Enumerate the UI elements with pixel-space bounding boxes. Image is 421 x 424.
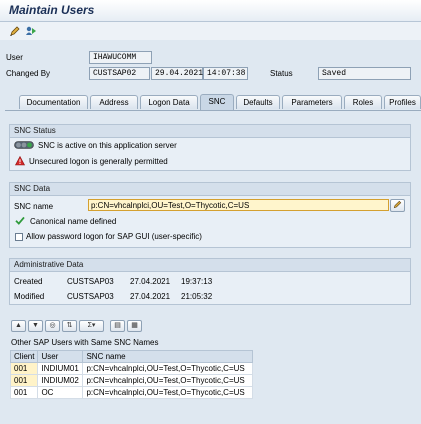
modified-time-value: 21:05:32 [181,292,213,301]
layout-button[interactable]: ▦ [127,320,142,332]
tab-snc[interactable]: SNC [200,94,234,110]
filter-icon: ▼ [32,322,39,329]
tab-roles[interactable]: Roles [344,95,382,109]
pencil-icon [393,200,402,211]
table-row[interactable]: 001 INDIUM02 p:CN=vhcalnplci,OU=Test,O=T… [9,374,254,387]
cell-snc-name[interactable]: p:CN=vhcalnplci,OU=Test,O=Thycotic,C=US [82,386,254,399]
checkmark-icon [15,216,25,227]
admin-data-title: Administrative Data [10,259,410,272]
created-label: Created [14,277,43,286]
column-header-snc-name[interactable]: SNC name [82,350,254,363]
traffic-light-green-icon [14,141,34,151]
canonical-name-text: Canonical name defined [30,217,117,226]
status-label: Status [270,69,293,78]
snc-active-text: SNC is active on this application server [38,141,177,150]
sum-dropdown-button[interactable]: Σ▾ [79,320,104,332]
error-icon [15,155,25,168]
other-users-title: Other SAP Users with Same SNC Names [11,338,159,347]
allow-password-label: Allow password logon for SAP GUI (user-s… [26,232,202,241]
tab-defaults[interactable]: Defaults [236,95,280,109]
allow-password-checkbox[interactable] [15,233,23,241]
filter-button[interactable]: ▼ [28,320,43,332]
other-users-table: Client User SNC name 001 INDIUM01 p:CN=v… [9,350,254,399]
cell-user[interactable]: INDIUM02 [37,374,84,387]
status-field[interactable]: Saved [318,67,411,80]
print-button[interactable]: ▤ [110,320,125,332]
sum-icon: Σ▾ [87,322,96,329]
user-field[interactable]: IHAWUCOMM [89,51,152,64]
snc-status-title: SNC Status [10,125,410,138]
details-icon: ▲ [15,322,22,329]
tab-documentation[interactable]: Documentation [19,95,88,109]
tab-address[interactable]: Address [90,95,138,109]
created-time-value: 19:37:13 [181,277,213,286]
column-header-user[interactable]: User [37,350,84,363]
tab-logon-data[interactable]: Logon Data [140,95,198,109]
snc-data-title: SNC Data [10,183,410,196]
print-icon: ▤ [114,322,121,329]
unsecured-logon-text: Unsecured logon is generally permitted [29,157,168,166]
column-header-client[interactable]: Client [9,350,39,363]
sort-button[interactable]: ⇅ [62,320,77,332]
binoculars-icon: ◎ [49,322,56,329]
cell-snc-name[interactable]: p:CN=vhcalnplci,OU=Test,O=Thycotic,C=US [82,374,254,387]
find-button[interactable]: ◎ [45,320,60,332]
modified-date-value: 27.04.2021 [130,292,171,301]
table-row[interactable]: 001 INDIUM01 p:CN=vhcalnplci,OU=Test,O=T… [9,362,254,375]
other-user-icon[interactable] [25,25,37,37]
created-date-value: 27.04.2021 [130,277,171,286]
changed-time-field[interactable]: 14:07:38 [203,67,248,80]
details-button[interactable]: ▲ [11,320,26,332]
change-display-icon[interactable] [9,25,21,37]
tab-parameters[interactable]: Parameters [282,95,342,109]
modified-by-value: CUSTSAP03 [67,292,114,301]
cell-client[interactable]: 001 [9,362,39,375]
snc-name-label: SNC name [14,202,54,211]
edit-snc-name-button[interactable] [390,199,405,212]
table-row[interactable]: 001 OC p:CN=vhcalnplci,OU=Test,O=Thycoti… [9,386,254,399]
cell-client[interactable]: 001 [9,386,39,399]
sort-icon: ⇅ [66,322,73,329]
cell-snc-name[interactable]: p:CN=vhcalnplci,OU=Test,O=Thycotic,C=US [82,362,254,375]
changed-by-label: Changed By [6,69,51,78]
snc-name-input[interactable]: p:CN=vhcalnplci,OU=Test,O=Thycotic,C=US [88,199,389,211]
application-toolbar [0,22,421,40]
tab-profiles[interactable]: Profiles [384,95,421,109]
cell-user[interactable]: OC [37,386,84,399]
user-label: User [6,53,23,62]
cell-client[interactable]: 001 [9,374,39,387]
grid-icon: ▦ [131,322,138,329]
window-title: Maintain Users [9,3,95,17]
changed-by-field[interactable]: CUSTSAP02 [89,67,150,80]
changed-date-field[interactable]: 29.04.2021 [151,67,203,80]
modified-label: Modified [14,292,45,301]
created-by-value: CUSTSAP03 [67,277,114,286]
cell-user[interactable]: INDIUM01 [37,362,84,375]
